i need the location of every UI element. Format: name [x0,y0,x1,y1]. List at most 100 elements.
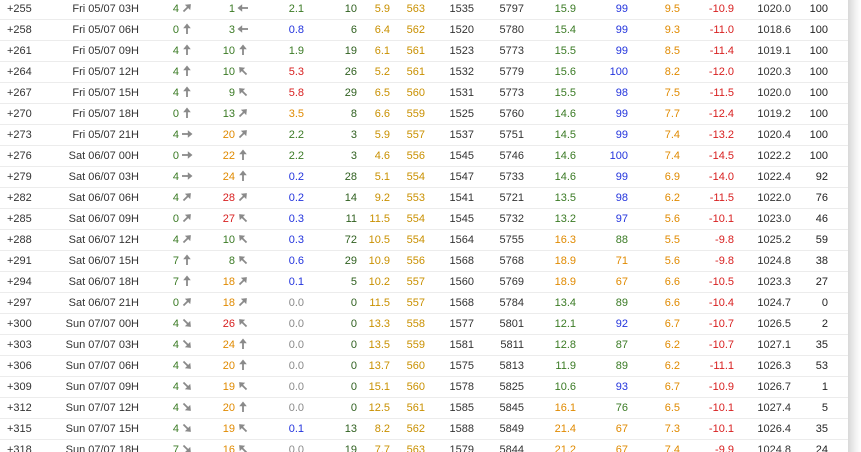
cell-step: +300 [0,313,49,335]
cell-dewpoint: 5.6 [628,250,680,272]
cell-cloud-cover: 2 [791,313,828,335]
cell-cloud: 28 [304,166,357,188]
cell-rh: 16.1 [524,397,576,419]
cell-cloud: 13 [304,418,357,440]
cell-precip: 0.2 [251,187,304,209]
cell-humidity: 99 [576,40,628,62]
cell-mslp: 1027.4 [734,397,791,419]
cell-dewpoint: 6.9 [628,166,680,188]
cell-precip: 0.3 [251,208,304,230]
cell-cloud-cover: 100 [791,103,828,125]
cell-temp-500: -9.9 [680,439,734,452]
cell-gust: 9 [195,82,235,104]
cell-wind-arrow [179,19,195,41]
cell-wind-arrow [179,208,195,230]
cell-wind-speed: 0 [139,103,179,125]
cell-temp-500: -10.5 [680,271,734,293]
cell-cloud-cover: 24 [791,439,828,452]
cell-wind-speed: 4 [139,0,179,20]
cell-temp: 13.5 [357,334,390,356]
cell-humidity: 99 [576,124,628,146]
cell-temp-500: -13.2 [680,124,734,146]
cell-cloud: 14 [304,187,357,209]
cell-dewpoint: 7.5 [628,82,680,104]
gust-direction-arrow-icon [239,67,248,76]
cell-gust-arrow [235,124,251,146]
cell-humidity: 98 [576,82,628,104]
table-row: +255 Fri 05/07 03H 4 1 2.1 10 5.9 563 1535 5797 15… [0,0,848,20]
cell-freezing-level: 2650 [828,292,848,314]
cell-temp-500: -11.1 [680,355,734,377]
cell-gust-arrow [235,355,251,377]
cell-precip: 0.2 [251,166,304,188]
cell-dewpoint: 6.6 [628,271,680,293]
gust-direction-arrow-icon [239,382,248,391]
cell-height-500: 5784 [474,292,524,314]
table-row: +312 Sun 07/07 12H 4 20 0.0 0 12.5 561 1585 5845 1… [0,397,848,419]
cell-gust-arrow [235,40,251,62]
cell-date: Fri 05/07 12H [49,61,139,83]
cell-gust-arrow [235,439,251,452]
table-row: +267 Fri 05/07 15H 4 9 5.8 29 6.5 560 1531 5773 15… [0,82,848,104]
cell-freezing-level: 2650 [828,124,848,146]
cell-height-850: 1525 [425,103,474,125]
cell-rh: 11.9 [524,355,576,377]
cell-theta: 562 [390,19,425,41]
cell-freezing-level: 2750 [828,355,848,377]
cell-dewpoint: 6.2 [628,187,680,209]
cell-dewpoint: 6.2 [628,334,680,356]
cell-wind-speed: 4 [139,187,179,209]
cell-height-850: 1575 [425,355,474,377]
cell-step: +312 [0,397,49,419]
forecast-table-body: +255 Fri 05/07 03H 4 1 2.1 10 5.9 563 1535 5797 15… [0,0,848,452]
cell-temp: 10.5 [357,229,390,251]
cell-date: Sat 06/07 03H [49,166,139,188]
cell-mslp: 1024.8 [734,439,791,452]
cell-theta: 562 [390,418,425,440]
cell-height-500: 5751 [474,124,524,146]
cell-humidity: 92 [576,313,628,335]
cell-mslp: 1024.7 [734,292,791,314]
gust-direction-arrow-icon [239,149,247,160]
cell-date: Sun 07/07 15H [49,418,139,440]
cell-wind-speed: 4 [139,418,179,440]
cell-wind-speed: 4 [139,166,179,188]
cell-mslp: 1026.4 [734,418,791,440]
gust-direction-arrow-icon [238,277,247,286]
cell-temp-500: -10.4 [680,292,734,314]
cell-height-850: 1532 [425,61,474,83]
cell-step: +315 [0,418,49,440]
cell-humidity: 76 [576,397,628,419]
cell-precip: 0.0 [251,376,304,398]
cell-height-500: 5732 [474,208,524,230]
gust-direction-arrow-icon [238,193,247,202]
cell-gust: 13 [195,103,235,125]
table-row: +288 Sat 06/07 12H 4 10 0.3 72 10.5 554 1564 5755… [0,229,848,251]
cell-height-500: 5746 [474,145,524,167]
cell-date: Sat 06/07 06H [49,187,139,209]
cell-height-500: 5825 [474,376,524,398]
cell-height-500: 5773 [474,40,524,62]
cell-height-500: 5780 [474,19,524,41]
cell-precip: 0.0 [251,313,304,335]
wind-direction-arrow-icon [182,193,191,202]
cell-theta: 554 [390,166,425,188]
cell-wind-arrow [179,82,195,104]
cell-dewpoint: 8.5 [628,40,680,62]
cell-precip: 2.1 [251,0,304,20]
cell-wind-speed: 4 [139,355,179,377]
cell-precip: 2.2 [251,124,304,146]
cell-step: +294 [0,271,49,293]
cell-precip: 0.1 [251,271,304,293]
gust-direction-arrow-icon [238,109,247,118]
cell-date: Sat 06/07 21H [49,292,139,314]
wind-direction-arrow-icon [182,214,191,223]
cell-wind-speed: 0 [139,19,179,41]
cell-cloud: 0 [304,376,357,398]
cell-height-850: 1535 [425,0,474,20]
cell-cloud: 0 [304,313,357,335]
cell-date: Sun 07/07 03H [49,334,139,356]
cell-step: +309 [0,376,49,398]
cell-precip: 2.2 [251,145,304,167]
gust-direction-arrow-icon [239,170,247,181]
